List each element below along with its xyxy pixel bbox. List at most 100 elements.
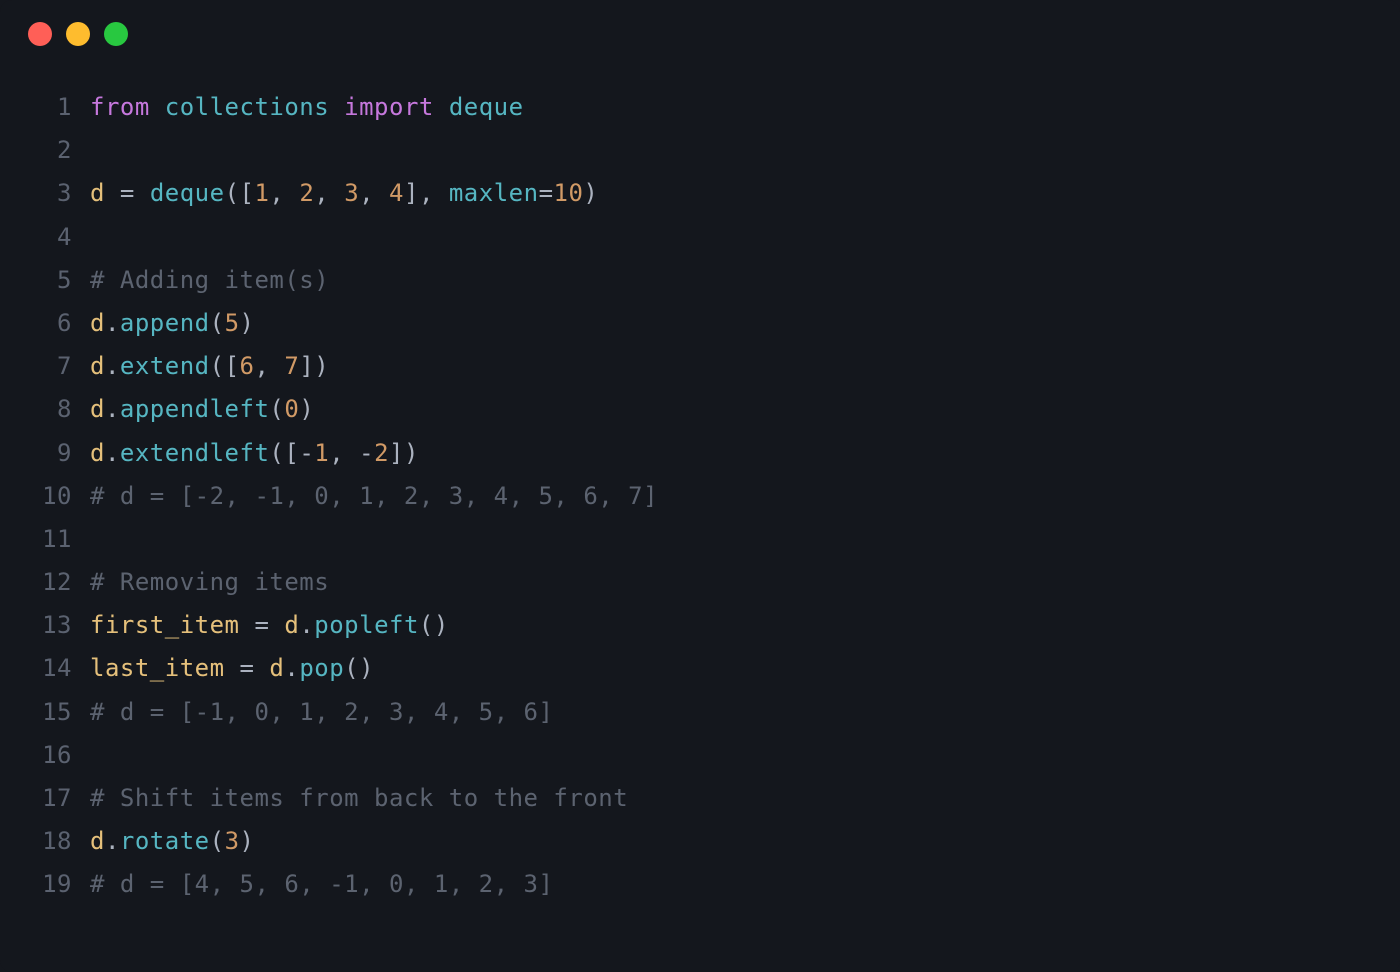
token-var: d — [90, 439, 105, 467]
token-punc: ] — [299, 352, 314, 380]
code-line[interactable]: 19# d = [4, 5, 6, -1, 0, 1, 2, 3] — [24, 863, 1376, 906]
token-plain — [329, 93, 344, 121]
code-content: first_item = d.popleft() — [90, 604, 449, 647]
token-punc: ( — [419, 611, 434, 639]
token-op: . — [105, 395, 120, 423]
token-mod: collections — [165, 93, 329, 121]
token-mod: deque — [449, 93, 524, 121]
code-line[interactable]: 2 — [24, 129, 1376, 172]
token-punc: [ — [225, 352, 240, 380]
token-op: - — [359, 439, 374, 467]
token-comment: # Adding item(s) — [90, 266, 329, 294]
token-op: . — [105, 352, 120, 380]
line-number: 9 — [24, 432, 72, 475]
token-punc: ( — [210, 827, 225, 855]
token-num: 3 — [225, 827, 240, 855]
token-num: 7 — [284, 352, 299, 380]
code-line[interactable]: 5# Adding item(s) — [24, 259, 1376, 302]
token-num: 2 — [299, 179, 314, 207]
code-content — [90, 216, 105, 259]
code-line[interactable]: 4 — [24, 216, 1376, 259]
close-icon[interactable] — [28, 22, 52, 46]
token-plain — [225, 654, 240, 682]
token-mod: maxlen — [449, 179, 539, 207]
code-content — [90, 129, 105, 172]
token-punc: ) — [314, 352, 329, 380]
token-punc: ( — [225, 179, 240, 207]
token-kw: from — [90, 93, 150, 121]
token-plain — [434, 179, 449, 207]
token-fn: extendleft — [120, 439, 270, 467]
minimize-icon[interactable] — [66, 22, 90, 46]
token-plain — [254, 654, 269, 682]
code-line[interactable]: 13 first_item = d.popleft() — [24, 604, 1376, 647]
code-content: d.rotate(3) — [90, 820, 254, 863]
code-line[interactable]: 7d.extend([6, 7]) — [24, 345, 1376, 388]
code-content — [90, 734, 105, 777]
code-line[interactable]: 9 d.extendleft([-1, -2]) — [24, 432, 1376, 475]
token-punc: ( — [210, 309, 225, 337]
line-number: 11 — [24, 518, 72, 561]
token-fn: popleft — [314, 611, 419, 639]
code-line[interactable]: 15# d = [-1, 0, 1, 2, 3, 4, 5, 6] — [24, 691, 1376, 734]
line-number: 16 — [24, 734, 72, 777]
token-fn: deque — [150, 179, 225, 207]
token-op: = — [240, 654, 255, 682]
token-num: 1 — [314, 439, 329, 467]
token-plain — [269, 352, 284, 380]
token-op: = — [120, 179, 135, 207]
code-content: d.extendleft([-1, -2]) — [90, 432, 419, 475]
token-num: 4 — [389, 179, 404, 207]
token-num: 0 — [284, 395, 299, 423]
code-line[interactable]: 1from collections import deque — [24, 86, 1376, 129]
token-num: 1 — [254, 179, 269, 207]
line-number: 4 — [24, 216, 72, 259]
token-plain — [105, 179, 120, 207]
token-fn: pop — [299, 654, 344, 682]
token-var: d — [90, 827, 105, 855]
token-op: = — [254, 611, 269, 639]
line-number: 13 — [24, 604, 72, 647]
code-line[interactable]: 8d.appendleft(0) — [24, 388, 1376, 431]
token-op: , — [269, 179, 284, 207]
code-line[interactable]: 11 — [24, 518, 1376, 561]
token-punc: ( — [269, 439, 284, 467]
code-line[interactable]: 16 — [24, 734, 1376, 777]
token-var: last_item — [90, 654, 225, 682]
token-punc: ( — [344, 654, 359, 682]
token-plain — [284, 179, 299, 207]
code-line[interactable]: 10# d = [-2, -1, 0, 1, 2, 3, 4, 5, 6, 7] — [24, 475, 1376, 518]
code-line[interactable]: 18d.rotate(3) — [24, 820, 1376, 863]
code-line[interactable]: 6d.append(5) — [24, 302, 1376, 345]
code-content — [90, 518, 105, 561]
token-punc: ) — [240, 827, 255, 855]
token-num: 2 — [374, 439, 389, 467]
token-var: d — [90, 309, 105, 337]
token-num: 10 — [554, 179, 584, 207]
token-punc: ) — [583, 179, 598, 207]
code-line[interactable]: 17# Shift items from back to the front — [24, 777, 1376, 820]
titlebar — [0, 0, 1400, 58]
zoom-icon[interactable] — [104, 22, 128, 46]
token-plain — [150, 93, 165, 121]
code-line[interactable]: 14last_item = d.pop() — [24, 647, 1376, 690]
token-fn: append — [120, 309, 210, 337]
token-comment: # Removing items — [90, 568, 329, 596]
code-content: d = deque([1, 2, 3, 4], maxlen=10) — [90, 172, 598, 215]
token-comment: # d = [4, 5, 6, -1, 0, 1, 2, 3] — [90, 870, 553, 898]
token-op: , — [329, 439, 344, 467]
line-number: 17 — [24, 777, 72, 820]
code-line[interactable]: 12# Removing items — [24, 561, 1376, 604]
code-content: # d = [-1, 0, 1, 2, 3, 4, 5, 6] — [90, 691, 553, 734]
token-op: , — [254, 352, 269, 380]
token-var: d — [90, 179, 105, 207]
token-punc: ] — [404, 179, 419, 207]
line-number: 8 — [24, 388, 72, 431]
token-op: - — [299, 439, 314, 467]
code-editor[interactable]: 1from collections import deque2 3d = deq… — [0, 58, 1400, 931]
token-op: . — [299, 611, 314, 639]
code-line[interactable]: 3d = deque([1, 2, 3, 4], maxlen=10) — [24, 172, 1376, 215]
code-content: # Adding item(s) — [90, 259, 329, 302]
line-number: 3 — [24, 172, 72, 215]
token-var: d — [90, 395, 105, 423]
